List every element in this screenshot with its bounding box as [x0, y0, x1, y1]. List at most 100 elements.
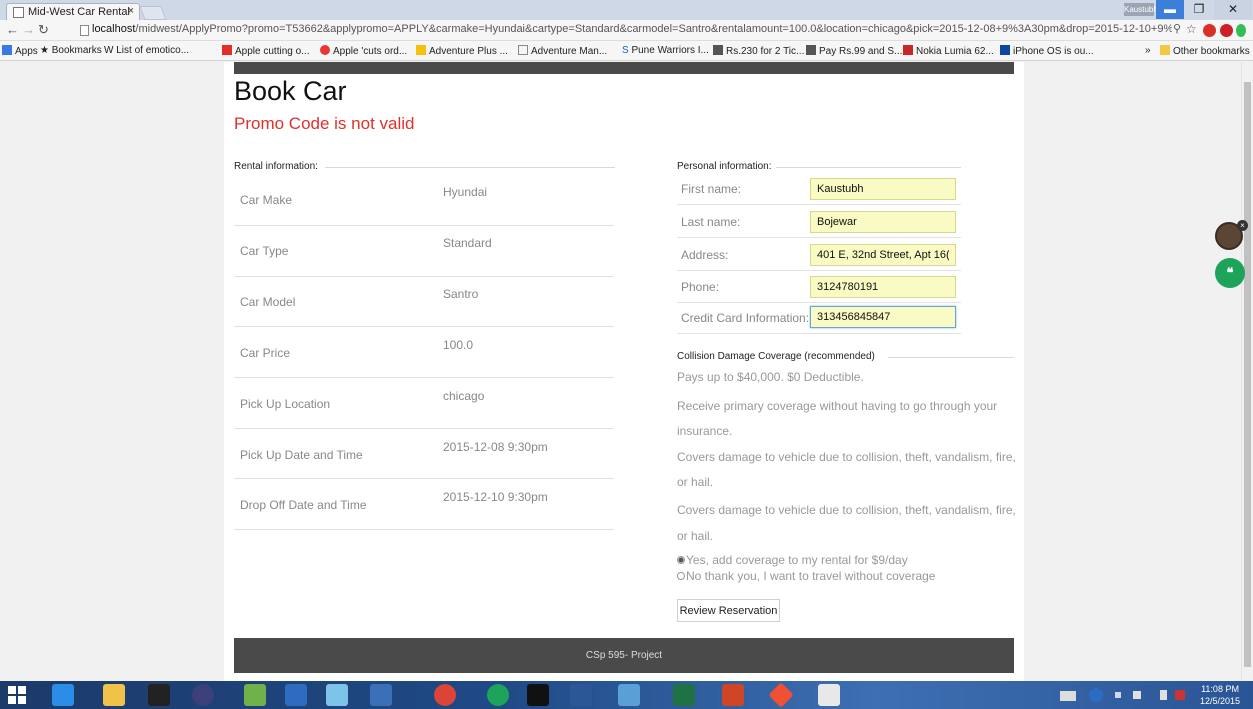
bookmark-apple-cutting[interactable]: Apple cutting o... [222, 45, 310, 57]
bookmark-emoticons[interactable]: W List of emotico... [104, 45, 189, 56]
page-scrollbar[interactable] [1241, 62, 1253, 681]
internet-explorer-icon[interactable] [52, 684, 74, 706]
coverage-no-radio[interactable] [677, 572, 685, 580]
credit-card-input[interactable] [810, 306, 956, 328]
maximize-icon[interactable]: ❐ [1185, 0, 1213, 19]
car-model-value: Santro [443, 287, 479, 301]
first-name-label: First name: [681, 182, 742, 196]
browser-titlebar: Mid-West Car Rental × Kaustubh ▬ ❐ ✕ [0, 0, 1253, 20]
powerpoint-icon[interactable] [722, 684, 744, 706]
bookmark-pune-warriors[interactable]: S Pune Warriors I... [622, 45, 709, 56]
address-label: Address: [681, 248, 729, 262]
battery-icon[interactable] [1160, 690, 1167, 700]
word-icon[interactable] [570, 684, 592, 706]
other-bookmarks[interactable]: Other bookmarks [1160, 45, 1250, 57]
page-icon [80, 25, 89, 36]
coverage-no-option[interactable]: No thank you, I want to travel without c… [677, 569, 935, 583]
first-name-input[interactable] [810, 178, 956, 200]
bookmark-adventure-plus[interactable]: Adventure Plus ... [416, 45, 508, 57]
phone-input[interactable] [810, 276, 956, 298]
help-icon[interactable] [1089, 688, 1103, 702]
windows-start-icon[interactable] [8, 686, 26, 704]
close-window-icon[interactable]: ✕ [1214, 0, 1252, 19]
bookmark-apps[interactable]: Apps [2, 45, 38, 57]
page-title: Book Car [234, 76, 347, 106]
hangouts-icon[interactable] [487, 684, 509, 706]
extension-icon[interactable] [1236, 24, 1246, 37]
coverage-text: Receive primary coverage without having … [677, 399, 998, 413]
reload-icon[interactable]: ↻ [38, 22, 49, 38]
coverage-yes-option[interactable]: Yes, add coverage to my rental for $9/da… [677, 553, 908, 567]
bookmark-star-icon[interactable]: ☆ [1186, 22, 1197, 36]
bookmark-pay-rs99[interactable]: Pay Rs.99 and S... [806, 45, 902, 57]
app-icon[interactable] [326, 684, 348, 706]
header-strip [234, 62, 1014, 74]
flag-icon[interactable] [1175, 690, 1185, 700]
last-name-input[interactable] [810, 211, 956, 233]
clock[interactable]: 11:08 PM 12/5/2015 [1200, 683, 1240, 707]
terminal-icon[interactable] [527, 684, 549, 706]
bookmark-adventure-man[interactable]: Adventure Man... [518, 45, 607, 57]
zoom-icon[interactable]: ⚲ [1173, 22, 1181, 35]
tray-chevron-icon[interactable] [1115, 692, 1121, 698]
s-icon: S [622, 45, 629, 56]
back-icon[interactable]: ← [6, 22, 19, 37]
chat-head-close-icon[interactable]: × [1237, 220, 1248, 231]
site-icon [416, 45, 426, 55]
last-name-label: Last name: [681, 215, 741, 229]
app-icon[interactable] [618, 684, 640, 706]
people-icon[interactable] [370, 684, 392, 706]
signal-icon[interactable] [1133, 691, 1141, 699]
chrome-icon[interactable] [434, 684, 456, 706]
bookmark-nokia-lumia[interactable]: Nokia Lumia 62... [903, 45, 994, 57]
new-tab-button[interactable] [139, 6, 167, 20]
bookmark-bookmarks[interactable]: ★ Bookmarks [40, 45, 102, 56]
divider [677, 237, 961, 238]
credit-card-label: Credit Card Information: [681, 311, 810, 325]
bookmark-apple-cuts[interactable]: Apple 'cuts ord... [320, 45, 407, 57]
divider [677, 204, 961, 205]
g-icon [806, 45, 816, 55]
minimize-icon[interactable]: ▬ [1156, 0, 1184, 19]
divider [234, 225, 614, 226]
divider [234, 377, 614, 378]
file-explorer-icon[interactable] [103, 684, 125, 706]
java-icon[interactable] [818, 684, 840, 706]
star-icon: ★ [40, 45, 49, 56]
pinterest-icon[interactable] [1220, 24, 1233, 37]
rental-info-legend: Rental information: [234, 161, 318, 172]
promo-error-message: Promo Code is not valid [234, 114, 415, 133]
bookmark-iphone-os[interactable]: iPhone OS is ou... [1000, 45, 1094, 57]
windows-taskbar: 11:08 PM 12/5/2015 [0, 681, 1253, 709]
bookmarks-overflow[interactable]: » [1145, 45, 1151, 56]
git-icon[interactable] [768, 682, 794, 708]
car-make-value: Hyundai [443, 185, 488, 199]
divider [677, 270, 961, 271]
pickup-location-value: chicago [443, 389, 485, 403]
eclipse-icon[interactable] [192, 684, 214, 706]
profile-badge[interactable]: Kaustubh [1124, 3, 1158, 16]
bookmarks-bar: Apps ★ Bookmarks W List of emotico... Ap… [0, 41, 1253, 61]
adblock-icon[interactable] [1203, 24, 1216, 37]
youtube-icon [222, 45, 232, 55]
photos-icon[interactable] [244, 684, 266, 706]
excel-icon[interactable] [673, 684, 695, 706]
address-input[interactable] [810, 244, 956, 266]
scrollbar-thumb[interactable] [1244, 82, 1251, 667]
url-field[interactable]: localhost/midwest/ApplyPromo?promo=T5366… [92, 23, 1172, 35]
keyboard-icon[interactable] [1060, 691, 1076, 701]
divider [234, 529, 614, 530]
hangouts-chat-icon[interactable]: ❝ [1215, 258, 1245, 288]
content-panel [224, 62, 1024, 681]
forward-icon[interactable]: → [22, 22, 35, 37]
coverage-text: or hail. [677, 475, 714, 489]
tab-close-icon[interactable]: × [128, 5, 134, 17]
bookmark-rs230[interactable]: Rs.230 for 2 Tic... [713, 45, 804, 57]
wikipedia-icon: W [104, 45, 114, 56]
review-reservation-button[interactable]: Review Reservation [677, 599, 780, 622]
browser-tab[interactable]: Mid-West Car Rental × [6, 3, 140, 20]
amazon-icon[interactable] [148, 684, 170, 706]
news-icon [320, 45, 330, 55]
home-icon[interactable] [285, 684, 307, 706]
coverage-yes-radio[interactable] [677, 556, 685, 564]
